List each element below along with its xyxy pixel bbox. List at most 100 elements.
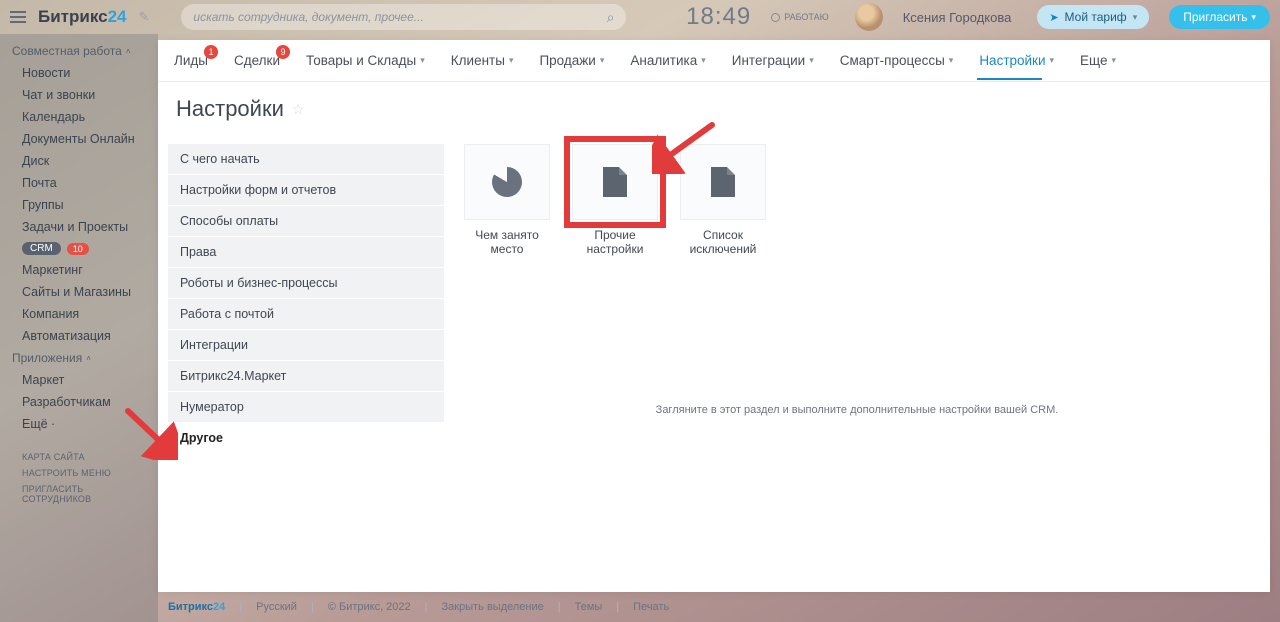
sidebar-small[interactable]: НАСТРОИТЬ МЕНЮ xyxy=(0,465,158,481)
document-icon xyxy=(603,167,627,197)
sidebar-item[interactable]: Чат и звонки xyxy=(0,84,158,106)
edit-icon[interactable]: ✎ xyxy=(139,9,150,25)
tab-2[interactable]: Товары и Склады▾ xyxy=(306,53,425,68)
tab-label: Еще xyxy=(1080,53,1107,68)
sidebar-small[interactable]: ПРИГЛАСИТЬ СОТРУДНИКОВ xyxy=(0,481,158,507)
tab-1[interactable]: Сделки9 xyxy=(234,53,280,68)
settings-menu-item[interactable]: Работа с почтой xyxy=(168,299,444,330)
sidebar-item[interactable]: Новости xyxy=(0,62,158,84)
chevron-down-icon: ▾ xyxy=(1251,12,1256,23)
sidebar-item[interactable]: Почта xyxy=(0,172,158,194)
tab-label: Интеграции xyxy=(732,53,805,68)
section-description: Загляните в этот раздел и выполните допо… xyxy=(464,404,1250,416)
username[interactable]: Ксения Городкова xyxy=(903,10,1012,25)
avatar[interactable] xyxy=(855,3,883,31)
tab-9[interactable]: Еще ▾ xyxy=(1080,53,1116,68)
favorite-star-icon[interactable]: ☆ xyxy=(292,101,305,118)
sidebar-group-collab[interactable]: Совместная работа˄ xyxy=(0,40,158,62)
chevron-down-icon: ▾ xyxy=(1050,55,1055,66)
footer-copyright: © Битрикс, 2022 xyxy=(328,601,411,613)
settings-tile[interactable]: Чем занято место xyxy=(464,144,550,256)
search-icon[interactable]: ⌕ xyxy=(607,9,615,26)
sidebar-item[interactable]: Документы Онлайн xyxy=(0,128,158,150)
chevron-down-icon: ▾ xyxy=(949,55,954,66)
chevron-down-icon: ▾ xyxy=(600,55,605,66)
sidebar-item[interactable]: Маркетинг xyxy=(0,259,158,281)
search-input[interactable] xyxy=(193,10,606,24)
footer-link[interactable]: Темы xyxy=(575,601,603,613)
work-status[interactable]: РАБОТАЮ xyxy=(771,12,829,22)
document-icon xyxy=(711,167,735,197)
sidebar-item[interactable]: Автоматизация xyxy=(0,325,158,347)
chevron-up-icon: ˄ xyxy=(126,47,131,56)
rocket-icon: ➤ xyxy=(1049,11,1058,24)
tab-7[interactable]: Смарт-процессы ▾ xyxy=(840,53,954,68)
settings-menu-item[interactable]: Настройки форм и отчетов xyxy=(168,175,444,206)
settings-menu-item[interactable]: С чего начать xyxy=(168,144,444,175)
tab-label: Клиенты xyxy=(451,53,505,68)
settings-tile[interactable]: Прочие настройки xyxy=(572,144,658,256)
menu-icon[interactable] xyxy=(10,11,26,23)
settings-menu-item[interactable]: Интеграции xyxy=(168,330,444,361)
tab-5[interactable]: Аналитика ▾ xyxy=(630,53,705,68)
sidebar-small[interactable]: КАРТА САЙТА xyxy=(0,449,158,465)
sidebar-item[interactable]: Разработчикам xyxy=(0,391,158,413)
sidebar-item[interactable]: Маркет xyxy=(0,369,158,391)
tab-badge: 1 xyxy=(204,45,218,59)
sidebar-item[interactable]: Сайты и Магазины xyxy=(0,281,158,303)
tab-label: Продажи xyxy=(539,53,595,68)
sidebar-group-apps[interactable]: Приложения˄ xyxy=(0,347,158,369)
tab-label: Аналитика xyxy=(630,53,697,68)
chevron-down-icon: ▾ xyxy=(509,55,514,66)
chevron-down-icon: ▾ xyxy=(1133,12,1138,23)
tariff-button[interactable]: ➤ Мой тариф ▾ xyxy=(1037,5,1149,29)
settings-menu-item[interactable]: Другое xyxy=(168,423,444,454)
logo[interactable]: Битрикс24 xyxy=(38,7,127,27)
sidebar-item[interactable]: Диск xyxy=(0,150,158,172)
sidebar-item[interactable]: Ещё · xyxy=(0,413,158,435)
tab-6[interactable]: Интеграции▾ xyxy=(732,53,814,68)
settings-tile[interactable]: Список исключений xyxy=(680,144,766,256)
crm-count-badge: 10 xyxy=(67,243,89,255)
sidebar-item[interactable]: Группы xyxy=(0,194,158,216)
tab-label: Смарт-процессы xyxy=(840,53,945,68)
crm-pill: CRM xyxy=(22,242,61,255)
settings-menu-item[interactable]: Роботы и бизнес-процессы xyxy=(168,268,444,299)
tile-label: Список исключений xyxy=(680,228,766,256)
page-title: Настройки xyxy=(176,96,284,122)
sidebar: Совместная работа˄ Новости Чат и звонки … xyxy=(0,34,158,622)
tab-8[interactable]: Настройки ▾ xyxy=(979,53,1054,68)
chevron-down-icon: ▾ xyxy=(701,55,706,66)
sidebar-item-crm[interactable]: CRM 10 xyxy=(0,238,158,259)
settings-menu: С чего начатьНастройки форм и отчетовСпо… xyxy=(168,144,444,592)
footer-logo[interactable]: Битрикс24 xyxy=(168,601,225,613)
footer-link[interactable]: Закрыть выделение xyxy=(442,601,544,613)
settings-menu-item[interactable]: Битрикс24.Маркет xyxy=(168,361,444,392)
tile-label: Чем занято место xyxy=(464,228,550,256)
invite-label: Пригласить xyxy=(1183,10,1247,24)
pie-chart-icon xyxy=(492,167,522,197)
tab-3[interactable]: Клиенты ▾ xyxy=(451,53,514,68)
sidebar-item[interactable]: Задачи и Проекты xyxy=(0,216,158,238)
sidebar-item[interactable]: Календарь xyxy=(0,106,158,128)
clock: 18:49 xyxy=(686,3,751,31)
settings-menu-item[interactable]: Нумератор xyxy=(168,392,444,423)
settings-menu-item[interactable]: Способы оплаты xyxy=(168,206,444,237)
chevron-down-icon: ▾ xyxy=(1112,55,1117,66)
invite-button[interactable]: Пригласить ▾ xyxy=(1169,5,1270,29)
tab-label: Сделки xyxy=(234,53,280,68)
footer-link[interactable]: Печать xyxy=(633,601,669,613)
tiles-area: Чем занято место Прочие настройки Список и… xyxy=(444,144,1270,592)
tile-label: Прочие настройки xyxy=(572,228,658,256)
sidebar-item[interactable]: Компания xyxy=(0,303,158,325)
logo-text-1: Битрикс xyxy=(38,7,108,26)
logo-text-2: 24 xyxy=(108,7,127,26)
search-input-wrap[interactable]: ⌕ xyxy=(181,4,626,30)
tariff-label: Мой тариф xyxy=(1065,10,1127,24)
tab-label: Настройки xyxy=(979,53,1045,68)
tab-0[interactable]: Лиды1 xyxy=(174,53,208,68)
footer-lang[interactable]: Русский xyxy=(256,601,297,613)
settings-menu-item[interactable]: Права xyxy=(168,237,444,268)
tab-4[interactable]: Продажи ▾ xyxy=(539,53,604,68)
tab-badge: 9 xyxy=(276,45,290,59)
